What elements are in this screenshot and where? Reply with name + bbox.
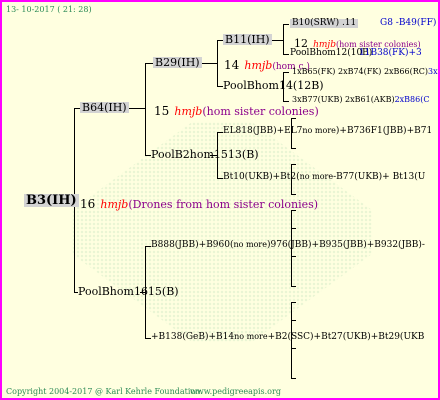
root-generation: 16 [80,197,96,211]
b10-queen[interactable]: B10(SRW) .11 [290,19,359,28]
b29-mating: hmjb [244,59,273,72]
bracket-a-top [291,118,296,119]
mating-line-6-a: +B138(GeB)+B14 [151,332,235,342]
mating-line-4: Bt10(UKB)+Bt2(no more-B77(UKB)+ Bt13(U [223,173,425,182]
connector-b11-branch [283,24,284,54]
bracket-b-top [291,164,296,165]
pedigree-chart: 13- 10-2017 ( 21: 28) Copyright 2004-201… [0,0,440,400]
pbm16-pool[interactable]: PoolBhom1615(B) [78,286,179,297]
website-link[interactable]: www.pedigreeapis.org [190,388,281,396]
b64-queen[interactable]: B64(IH) [80,102,129,113]
b11-queen[interactable]: B11(IH) [223,34,272,45]
bracket-d-bot [291,286,296,287]
bracket-g-top [291,228,296,229]
mating-line-4-nomore: no more [299,172,334,181]
mating-line-3-a: EL818(JBB)+EL7 [223,126,303,136]
root-info: 16 hmjb(Drones from hom sister colonies) [80,195,318,211]
connector-b29 [145,63,153,64]
bracket-h-top [291,320,296,321]
pbm14-pool[interactable]: PoolBhom14(12B) [223,80,324,91]
connector-b64-stub [126,108,146,109]
b64-info: 15 hmjb(hom sister colonies) [154,102,319,118]
mating-line-4-b: -B77(UKB)+ Bt13(U [333,172,426,182]
mating-line-5-a: B888(JBB)+B960( [151,240,234,250]
b64-generation: 15 [154,104,170,118]
mating-line-6-nomore: no more [234,332,268,341]
pbm12-extra: 11B38(FK)+3 [359,48,422,58]
b10-code: G8 -B49(FF) [380,18,437,28]
mating-line-5-nomore: no more [233,240,267,249]
bracket-f-bot [291,378,296,379]
connector-l1 [283,72,289,73]
report-date: 13- 10-2017 ( 21: 28) [6,5,92,14]
mating-line-5-b: )976(JBB)+B935(JBB)+B932(JBB)- [266,240,425,250]
mating-line-1-a: 1xB65(FK) 2xB74(FK) 2xB66(RC) [292,67,428,76]
b64-description: (hom sister colonies) [202,105,319,118]
mating-line-2-a: 3xB77(UKB) 2xB61(AKB) [292,95,395,104]
mating-line-3-nomore: no more [302,126,336,135]
mating-line-1: 1xB65(FK) 2xB74(FK) 2xB66(RC)3xB65(FK)C [292,67,438,76]
mating-line-2: 3xB77(UKB) 2xB61(AKB)2xB86(C [292,96,429,104]
mating-line-1-b: 3xB65(FK)C [428,67,438,76]
mating-line-4-a: Bt10(UKB)+Bt2( [223,172,300,182]
connector-b64-branch [145,63,146,155]
pbm15-pool[interactable]: PoolB2hom1513(B) [151,149,259,160]
connector-pbm12 [283,54,289,55]
b29-generation: 14 [224,58,240,72]
mating-line-5: B888(JBB)+B960(no more)976(JBB)+B935(JBB… [151,241,425,250]
mating-line-2-b: 2xB86(C [394,95,430,104]
root-queen[interactable]: B3(IH) [24,194,79,207]
root-mating: hmjb [100,198,129,211]
connector-b10 [283,24,289,25]
copyright-text: Copyright 2004-2017 @ Karl Kehrle Founda… [6,387,203,396]
b29-queen[interactable]: B29(IH) [153,57,202,68]
root-description: (Drones from hom sister colonies) [128,198,319,211]
bracket-e-top [291,302,296,303]
mating-line-3-b: )+B736F1(JBB)+B71 [335,126,433,136]
mating-line-3: EL818(JBB)+EL7no more)+B736F1(JBB)+B71 [223,127,432,136]
bracket-a-bot [291,148,296,149]
mating-line-6: +B138(GeB)+B14no more+B2(SSC)+Bt27(UKB)+… [151,333,424,342]
b64-mating: hmjb [174,105,203,118]
mating-line-6-b: +B2(SSC)+Bt27(UKB)+Bt29(UKB [267,332,425,342]
